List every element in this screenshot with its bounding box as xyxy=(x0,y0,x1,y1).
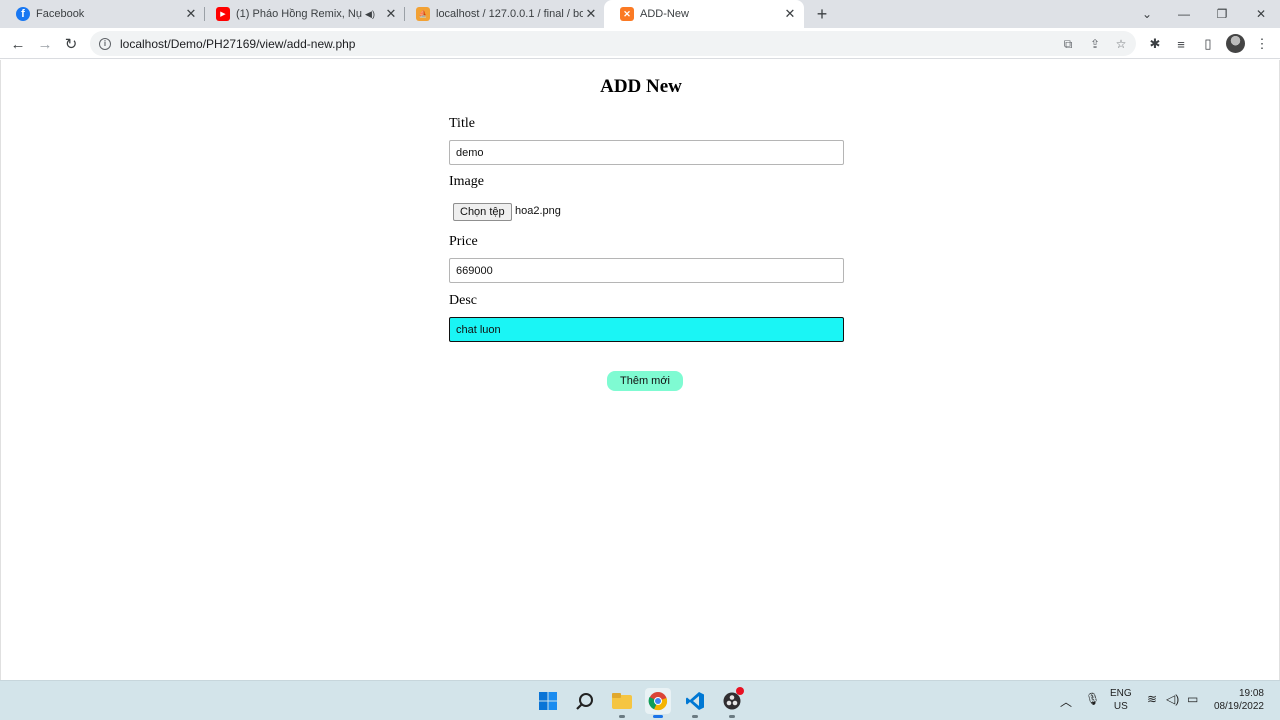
tab-search-icon[interactable]: ⌄ xyxy=(1128,0,1166,28)
media-control-icon[interactable]: ≡ xyxy=(1172,35,1190,53)
reload-icon[interactable]: ↻ xyxy=(60,33,82,55)
tab-strip: f Facebook ✕ ▶ (1) Pháo Hồng Remix, Nụ C… xyxy=(0,0,1280,28)
price-input[interactable] xyxy=(449,258,844,283)
url-text: localhost/Demo/PH27169/view/add-new.php xyxy=(120,36,356,51)
tab-title: ADD-New xyxy=(640,8,689,20)
title-label: Title xyxy=(449,116,475,131)
notification-badge xyxy=(736,687,744,695)
tab-phpmyadmin[interactable]: ⛵ localhost / 127.0.0.1 / final / boo ✕ xyxy=(400,0,605,28)
microphone-icon[interactable]: 🎙 xyxy=(1085,692,1100,706)
desc-input[interactable] xyxy=(449,317,844,342)
start-icon[interactable] xyxy=(535,688,561,714)
bookmark-star-icon[interactable]: ☆ xyxy=(1113,36,1129,52)
title-input[interactable] xyxy=(449,140,844,165)
region-code: US xyxy=(1113,701,1128,712)
chrome-icon[interactable] xyxy=(645,688,671,718)
tab-title: (1) Pháo Hồng Remix, Nụ Cườ xyxy=(236,8,363,20)
share-icon[interactable]: ⇪ xyxy=(1087,36,1103,52)
choose-file-button[interactable]: Chọn tệp xyxy=(453,203,512,221)
youtube-icon: ▶ xyxy=(216,7,230,21)
address-bar[interactable]: i localhost/Demo/PH27169/view/add-new.ph… xyxy=(90,31,1136,56)
close-icon[interactable]: ✕ xyxy=(583,6,599,22)
menu-icon[interactable]: ⋮ xyxy=(1253,35,1271,53)
price-label: Price xyxy=(449,234,478,249)
back-icon[interactable]: ← xyxy=(7,33,29,55)
tab-add-new[interactable]: ✕ ADD-New ✕ xyxy=(604,0,804,28)
browser-toolbar: ← → ↻ i localhost/Demo/PH27169/view/add-… xyxy=(0,28,1280,59)
volume-icon[interactable]: ◁) xyxy=(1166,692,1179,706)
vscode-icon[interactable] xyxy=(682,688,708,718)
facebook-icon: f xyxy=(16,7,30,21)
xampp-icon: ✕ xyxy=(620,7,634,21)
minimize-icon[interactable]: — xyxy=(1165,0,1203,28)
image-label: Image xyxy=(449,174,484,189)
speaker-icon[interactable]: ◀) xyxy=(363,6,377,22)
file-name: hoa2.png xyxy=(515,205,561,217)
tab-youtube[interactable]: ▶ (1) Pháo Hồng Remix, Nụ Cườ ◀) ✕ xyxy=(200,0,405,28)
tab-title: localhost / 127.0.0.1 / final / boo xyxy=(436,8,583,20)
new-tab-button[interactable]: + xyxy=(812,4,832,24)
forward-icon[interactable]: → xyxy=(34,33,56,55)
side-panel-icon[interactable]: ▯ xyxy=(1199,35,1217,53)
close-icon[interactable]: ✕ xyxy=(782,6,798,22)
profile-avatar[interactable] xyxy=(1226,34,1245,53)
site-info-icon[interactable]: i xyxy=(99,37,111,50)
page-title: ADD New xyxy=(600,76,682,97)
file-explorer-icon[interactable] xyxy=(609,688,635,718)
language-indicator[interactable]: ENG US xyxy=(1110,687,1132,713)
wifi-icon[interactable]: ≋ xyxy=(1147,692,1157,706)
clock-time: 19:08 xyxy=(1238,688,1264,699)
page-content: ADD New Title Image Chọn tệp hoa2.png Pr… xyxy=(0,60,1280,680)
language-code: ENG xyxy=(1110,688,1132,699)
close-icon[interactable]: ✕ xyxy=(383,6,399,22)
search-icon[interactable] xyxy=(572,688,598,714)
clock[interactable]: 19:08 08/19/2022 xyxy=(1208,687,1264,713)
obs-icon[interactable] xyxy=(719,687,745,718)
tab-facebook[interactable]: f Facebook ✕ xyxy=(0,0,205,28)
desc-label: Desc xyxy=(449,293,477,308)
translate-icon[interactable]: ⧉ xyxy=(1060,36,1076,52)
tab-title: Facebook xyxy=(36,8,85,20)
extensions-icon[interactable]: ✱ xyxy=(1146,35,1164,53)
windows-taskbar: ︿ 🎙 ENG US ≋ ◁) ▭ 19:08 08/19/2022 xyxy=(0,680,1280,720)
tray-chevron-icon[interactable]: ︿ xyxy=(1060,693,1072,710)
window-close-icon[interactable]: ✕ xyxy=(1242,0,1280,28)
restore-icon[interactable]: ❐ xyxy=(1203,0,1241,28)
battery-icon[interactable]: ▭ xyxy=(1187,692,1198,706)
phpmyadmin-icon: ⛵ xyxy=(416,7,430,21)
clock-date: 08/19/2022 xyxy=(1213,701,1264,712)
submit-button[interactable]: Thêm mới xyxy=(607,371,683,391)
close-icon[interactable]: ✕ xyxy=(183,6,199,22)
